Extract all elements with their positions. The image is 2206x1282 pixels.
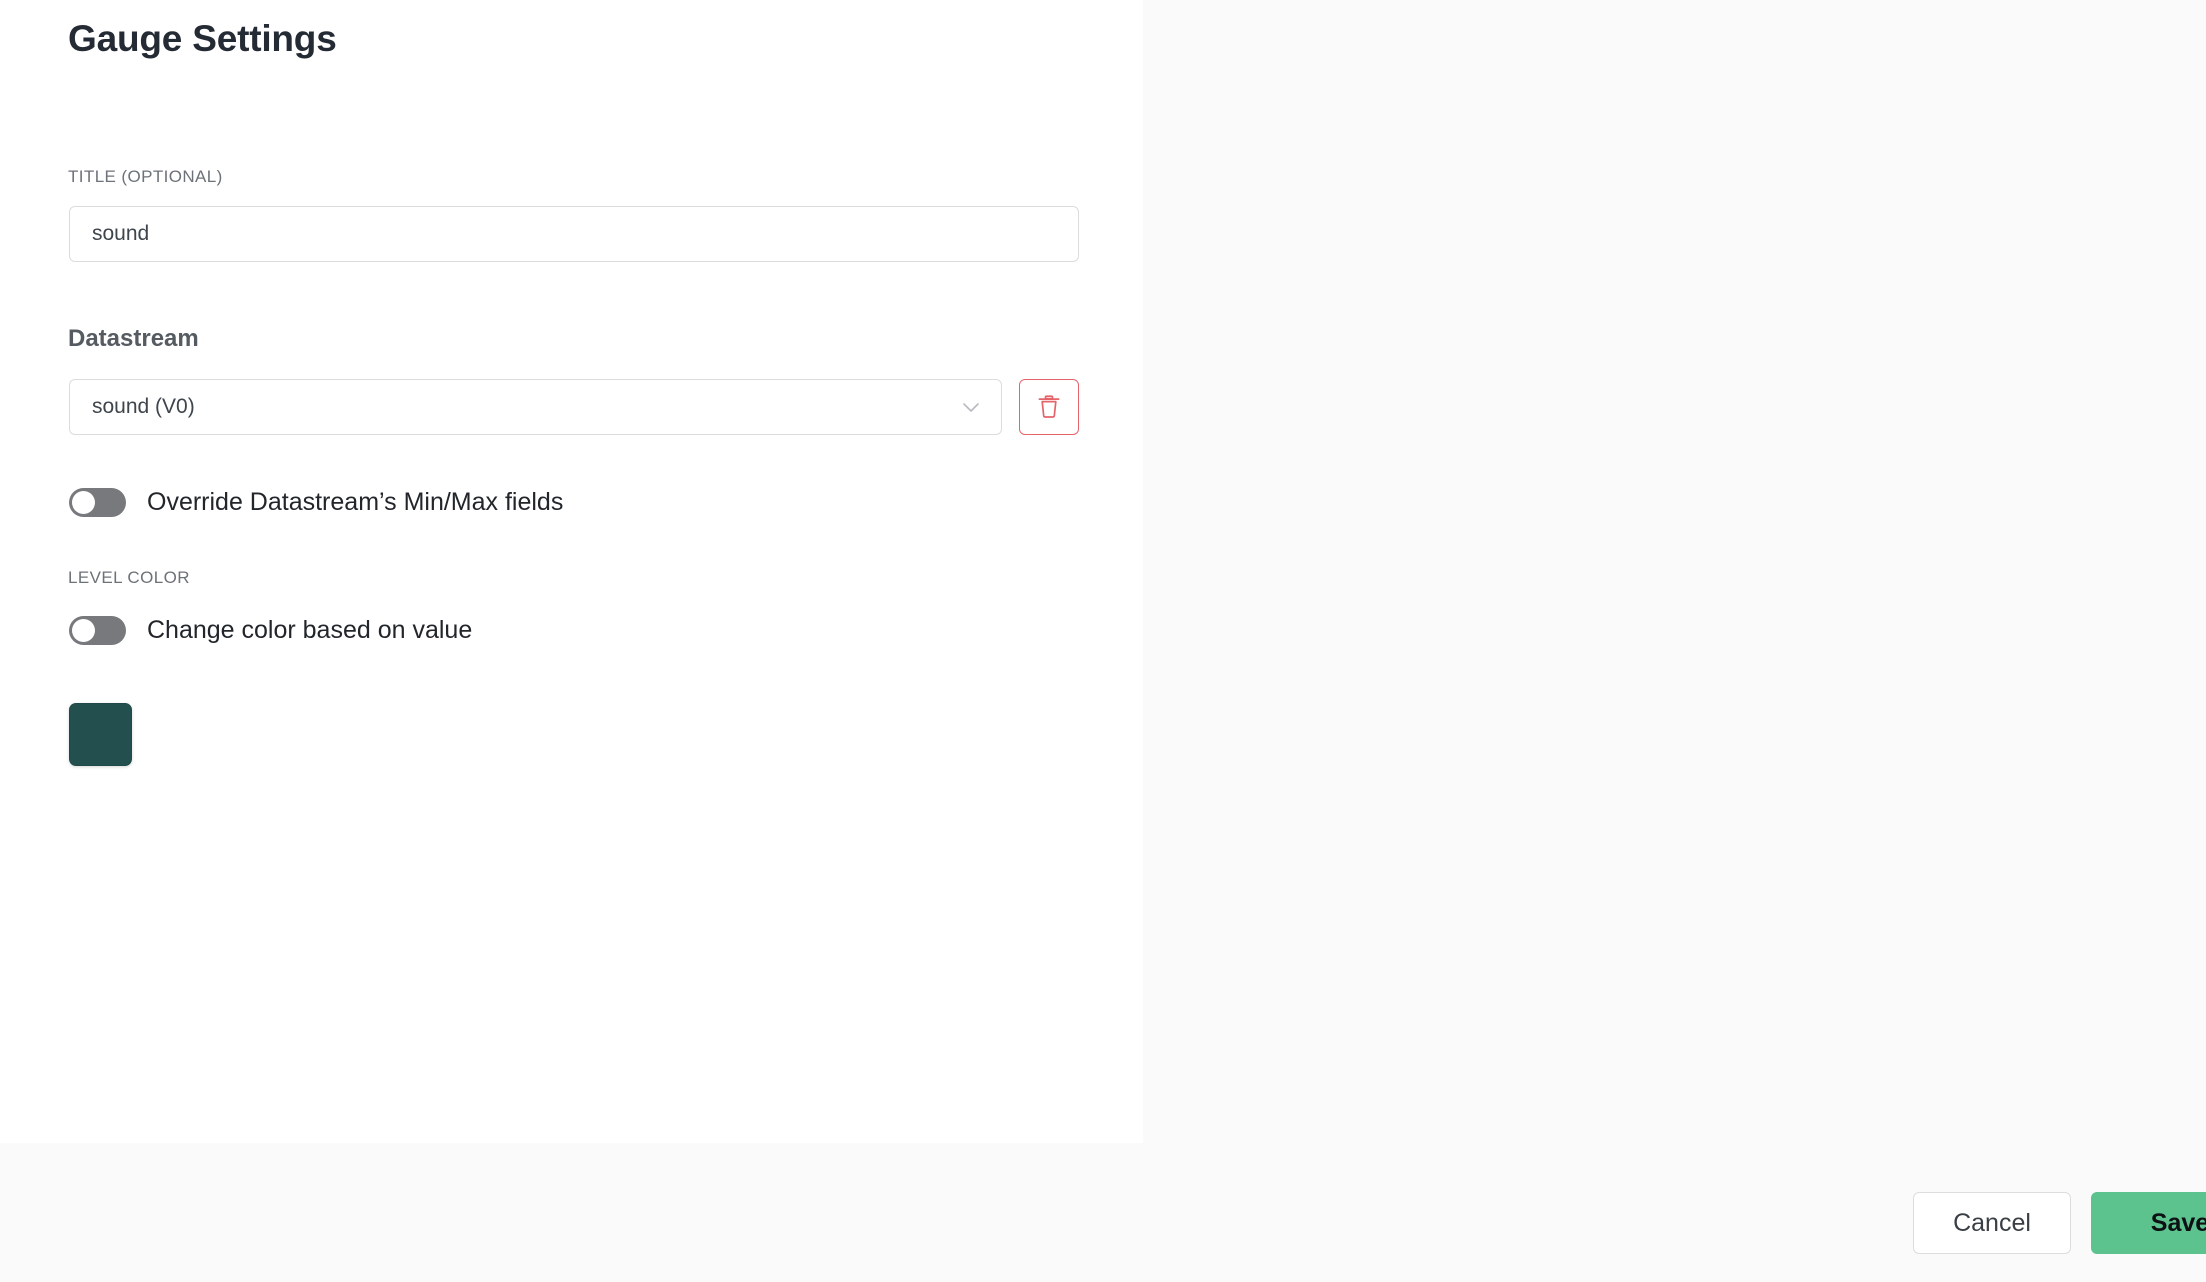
- title-input[interactable]: [69, 206, 1079, 262]
- change-color-toggle[interactable]: [69, 616, 126, 645]
- level-color-swatch[interactable]: [69, 703, 132, 766]
- datastream-selected-value: sound (V0): [92, 395, 195, 418]
- page-title: Gauge Settings: [68, 18, 337, 59]
- title-field-label: TITLE (OPTIONAL): [68, 167, 223, 186]
- level-color-label: LEVEL COLOR: [68, 568, 190, 587]
- override-minmax-toggle[interactable]: [69, 488, 126, 517]
- dialog-footer: [0, 1143, 1143, 1282]
- delete-datastream-button[interactable]: [1019, 379, 1079, 435]
- toggle-knob: [72, 619, 95, 642]
- cancel-button[interactable]: Cancel: [1913, 1192, 2071, 1254]
- chevron-down-icon: [963, 403, 979, 412]
- gauge-settings-dialog: Gauge Settings TITLE (OPTIONAL) Datastre…: [0, 0, 2206, 1282]
- override-minmax-row[interactable]: Override Datastream’s Min/Max fields: [69, 488, 563, 517]
- change-color-label: Change color based on value: [147, 616, 473, 644]
- override-minmax-label: Override Datastream’s Min/Max fields: [147, 488, 564, 516]
- change-color-row[interactable]: Change color based on value: [69, 616, 472, 645]
- settings-form-panel: Gauge Settings TITLE (OPTIONAL) Datastre…: [0, 0, 1143, 1143]
- trash-icon: [1038, 395, 1060, 418]
- datastream-select[interactable]: sound (V0): [69, 379, 1002, 435]
- widget-preview-panel: sound (V0) 0 0 1: [1143, 115, 2206, 1282]
- datastream-section-label: Datastream: [68, 325, 199, 352]
- save-button[interactable]: Save: [2091, 1192, 2206, 1254]
- toggle-knob: [72, 491, 95, 514]
